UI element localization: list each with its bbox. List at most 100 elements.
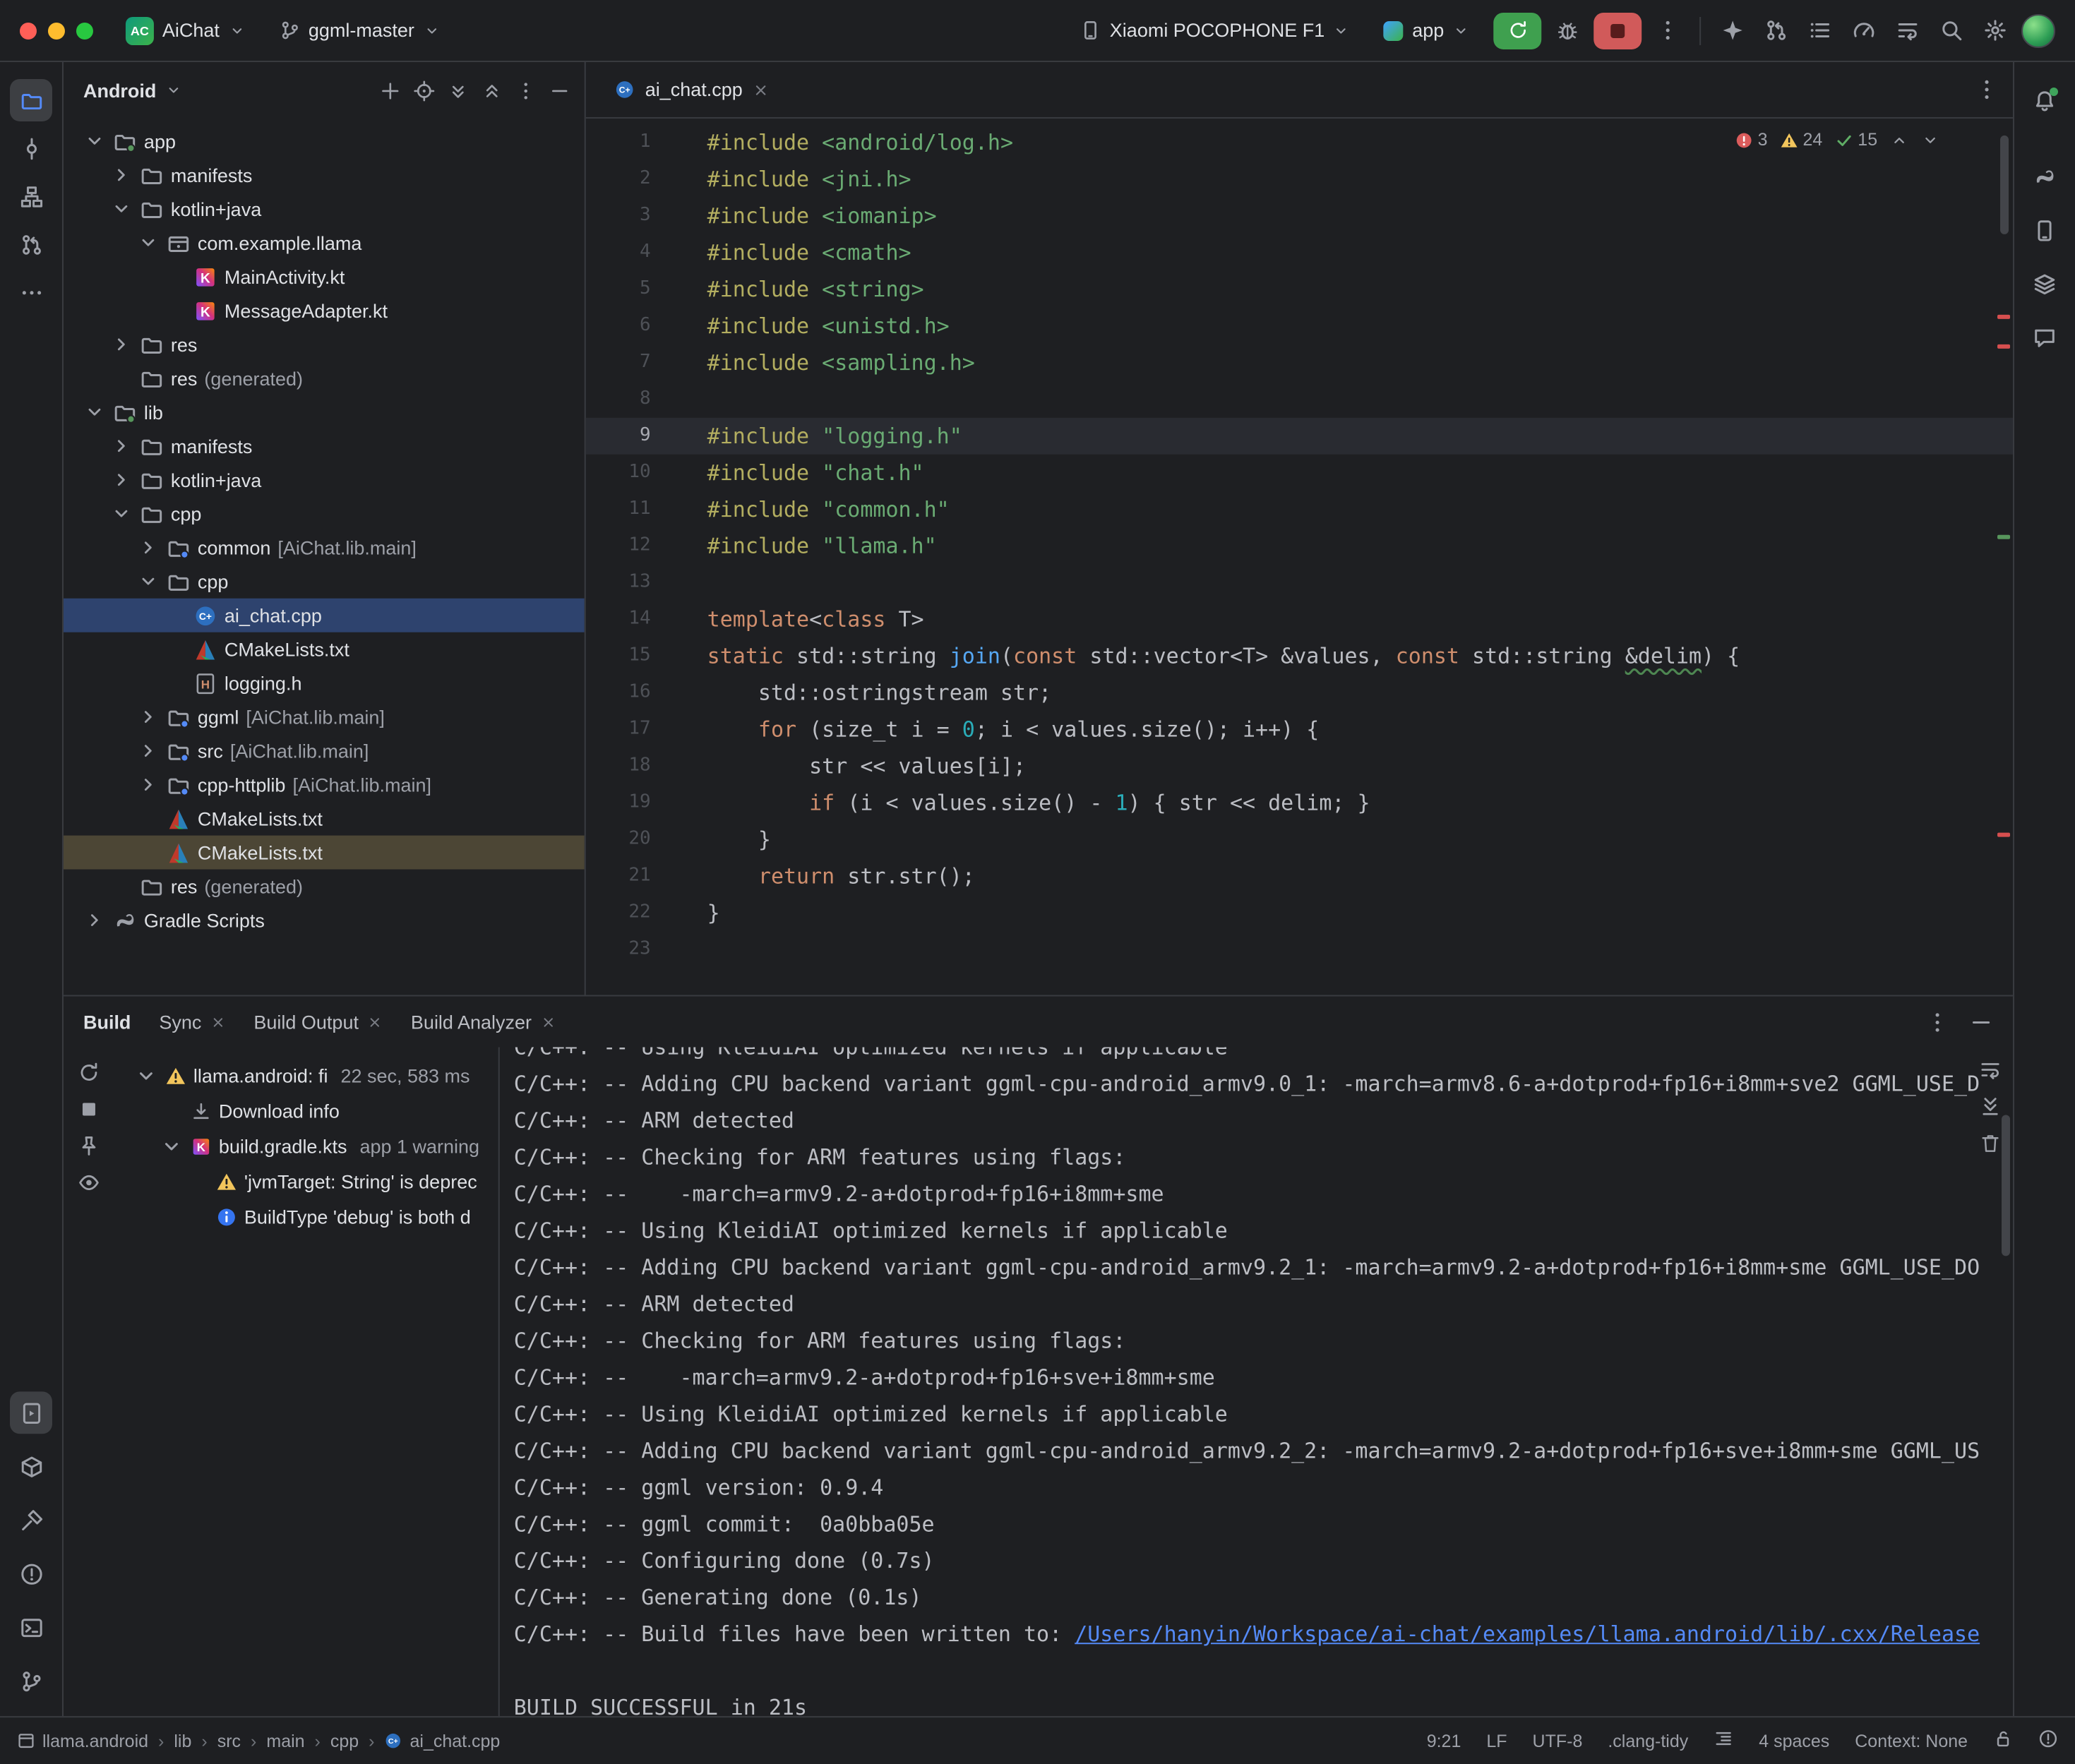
device-manager-tool-button[interactable] [2023,209,2066,251]
more-actions-icon[interactable] [1656,18,1680,42]
code-line[interactable]: 4#include <cmath> [586,234,2013,271]
code-line[interactable]: 14template<class T> [586,601,2013,638]
structure-tool-button[interactable] [10,175,52,217]
chevron-down-icon[interactable] [110,198,133,220]
close-tab-icon[interactable] [210,1014,225,1030]
passed-count[interactable]: 15 [1835,130,1877,150]
code-line[interactable]: 7#include <sampling.h> [586,344,2013,381]
apply-changes-run-button[interactable] [1493,12,1541,49]
profile-avatar[interactable] [2021,13,2055,47]
code-review-icon[interactable] [1764,18,1788,42]
line-number[interactable]: 15 [586,638,651,675]
chevron-down-icon[interactable] [83,401,106,424]
project-tree-item[interactable]: res (generated) [64,870,585,904]
project-tree-item[interactable]: com.example.llama [64,226,585,260]
collapse-all-icon[interactable] [482,80,503,101]
panel-options-icon[interactable] [515,80,537,101]
code-line[interactable]: 9#include "logging.h" [586,418,2013,455]
notifications-button[interactable] [2023,79,2066,121]
assistant-tool-button[interactable] [2023,316,2066,359]
gradle-tool-button[interactable] [2023,155,2066,198]
project-tree-item[interactable]: src [AiChat.lib.main] [64,734,585,768]
build-panel-title[interactable]: Build [83,1012,131,1033]
build-tree-item[interactable]: Download info [114,1093,498,1129]
version-control-tool-button[interactable] [10,1660,52,1702]
resource-context-widget[interactable]: Context: None [1855,1731,1968,1751]
project-tree-item[interactable]: KMessageAdapter.kt [64,294,585,328]
build-output-path-link[interactable]: /Users/hanyin/Workspace/ai-chat/examples… [1075,1621,1980,1647]
project-tree-item[interactable]: cpp-httplib [AiChat.lib.main] [64,768,585,802]
search-everywhere-icon[interactable] [1939,18,1963,42]
build-tab-build-output[interactable]: Build Output [253,1012,383,1033]
line-number[interactable]: 14 [586,601,651,638]
project-tree-item[interactable]: res (generated) [64,361,585,395]
code-line[interactable]: 10#include "chat.h" [586,455,2013,491]
minimize-window-button[interactable] [48,22,65,39]
running-devices-tool-button[interactable] [10,1391,52,1434]
code-line[interactable]: 20 } [586,822,2013,858]
line-separator-widget[interactable]: LF [1486,1731,1507,1751]
chevron-right-icon[interactable] [137,774,160,796]
view-options-icon[interactable] [78,1171,100,1194]
line-number[interactable]: 7 [586,344,651,381]
project-tree-item[interactable]: res [64,328,585,361]
editor-tab-ai-chat-cpp[interactable]: C+ ai_chat.cpp [600,62,784,118]
breadcrumb-item[interactable]: cpp [330,1731,359,1751]
caret-position-widget[interactable]: 9:21 [1427,1731,1461,1751]
layout-inspector-tool-button[interactable] [2023,263,2066,305]
project-tree-item[interactable]: cpp [64,497,585,531]
chevron-right-icon[interactable] [110,164,133,186]
breadcrumb-item[interactable]: main [266,1731,304,1751]
project-tree-item[interactable]: app [64,124,585,158]
stop-button[interactable] [1593,12,1642,49]
task-list-icon[interactable] [1808,18,1832,42]
chevron-right-icon[interactable] [137,536,160,559]
code-line[interactable]: 8 [586,381,2013,418]
code-style-widget[interactable] [1714,1729,1733,1753]
code-line[interactable]: 2#include <jni.h> [586,161,2013,198]
file-encoding-widget[interactable]: UTF-8 [1533,1731,1583,1751]
build-tree-item[interactable]: BuildType 'debug' is both d [114,1199,498,1235]
breadcrumb-item[interactable]: C+ai_chat.cpp [385,1731,501,1751]
code-line[interactable]: 19 if (i < values.size() - 1) { str << d… [586,785,2013,822]
soft-wrap-icon[interactable] [1979,1058,2002,1081]
code-line[interactable]: 12#include "llama.h" [586,528,2013,565]
chevron-down-icon[interactable] [134,1064,158,1088]
close-tab-icon[interactable] [540,1014,556,1030]
line-number[interactable]: 2 [586,161,651,198]
build-tree-item[interactable]: Kbuild.gradle.ktsapp 1 warning [114,1129,498,1164]
build-tab-build-analyzer[interactable]: Build Analyzer [411,1012,556,1033]
chevron-right-icon[interactable] [137,706,160,728]
project-tree-item[interactable]: manifests [64,158,585,192]
project-tree-item[interactable]: CMakeLists.txt [64,632,585,666]
breadcrumb-item[interactable]: lib [174,1731,191,1751]
tab-options-icon[interactable] [1975,78,1999,102]
clear-console-icon[interactable] [1979,1132,2002,1154]
problems-tool-button[interactable] [10,1552,52,1595]
line-number[interactable]: 10 [586,455,651,491]
chevron-down-icon[interactable] [160,1134,184,1158]
line-number[interactable]: 21 [586,858,651,895]
commit-tool-button[interactable] [10,127,52,169]
project-tree-item[interactable]: CMakeLists.txt [64,836,585,870]
line-number[interactable]: 1 [586,124,651,161]
line-number[interactable]: 5 [586,271,651,308]
chevron-right-icon[interactable] [110,333,133,356]
project-tree-item[interactable]: manifests [64,429,585,463]
line-number[interactable]: 6 [586,308,651,344]
project-tool-button[interactable] [10,79,52,121]
pin-tab-icon[interactable] [78,1134,100,1157]
project-tree-item[interactable]: C+ai_chat.cpp [64,599,585,632]
clang-tidy-widget[interactable]: .clang-tidy [1608,1731,1688,1751]
line-number[interactable]: 3 [586,198,651,234]
project-tree-item[interactable]: kotlin+java [64,192,585,226]
settings-gear-icon[interactable] [1983,18,2007,42]
warning-count[interactable]: 24 [1781,130,1823,150]
line-number[interactable]: 17 [586,712,651,748]
code-line[interactable]: 23 [586,932,2013,968]
build-tab-sync[interactable]: Sync [159,1012,225,1033]
previous-problem-icon[interactable] [1890,131,1908,149]
chevron-right-icon[interactable] [110,469,133,491]
hide-panel-icon[interactable] [549,80,570,101]
device-selector[interactable]: Xiaomi POCOPHONE F1 [1070,14,1360,47]
